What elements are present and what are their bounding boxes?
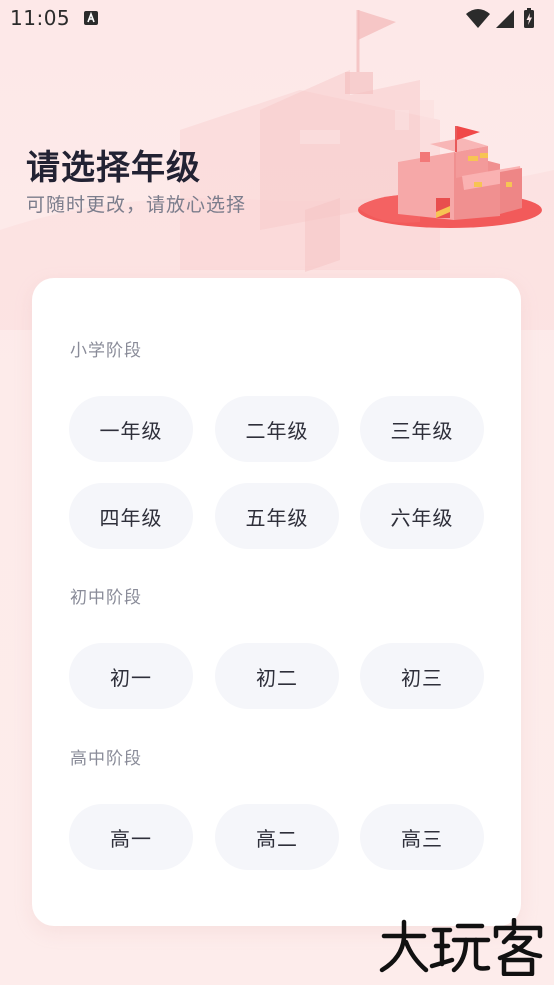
a-notification-icon <box>84 11 98 25</box>
section-label-junior-high: 初中阶段 <box>70 588 142 608</box>
section-label-primary: 小学阶段 <box>70 341 142 361</box>
watermark-logo <box>379 918 543 976</box>
grade-button-grade-1[interactable]: 一年级 <box>69 396 193 462</box>
grade-button-senior-3[interactable]: 高三 <box>360 804 484 870</box>
wifi-icon <box>466 9 490 28</box>
status-icons <box>466 8 534 28</box>
page-title: 请选择年级 <box>26 148 201 188</box>
grade-button-junior-1[interactable]: 初一 <box>69 643 193 709</box>
grade-button-grade-4[interactable]: 四年级 <box>69 483 193 549</box>
page-subtitle: 可随时更改，请放心选择 <box>26 194 247 216</box>
grade-button-junior-3[interactable]: 初三 <box>360 643 484 709</box>
status-time: 11:05 <box>10 6 71 30</box>
grade-button-senior-2[interactable]: 高二 <box>215 804 339 870</box>
grade-button-grade-5[interactable]: 五年级 <box>215 483 339 549</box>
signal-icon <box>496 10 514 28</box>
grade-button-grade-6[interactable]: 六年级 <box>360 483 484 549</box>
school-icon <box>358 126 542 228</box>
grade-button-senior-1[interactable]: 高一 <box>69 804 193 870</box>
grade-button-grade-3[interactable]: 三年级 <box>360 396 484 462</box>
grade-button-grade-2[interactable]: 二年级 <box>215 396 339 462</box>
grade-button-junior-2[interactable]: 初二 <box>215 643 339 709</box>
battery-icon <box>524 8 534 28</box>
section-label-senior-high: 高中阶段 <box>70 749 142 769</box>
grade-selection-card: 小学阶段 一年级 二年级 三年级 四年级 五年级 六年级 初中阶段 初一 初二 … <box>32 278 521 926</box>
status-bar: 11:05 <box>0 0 554 40</box>
